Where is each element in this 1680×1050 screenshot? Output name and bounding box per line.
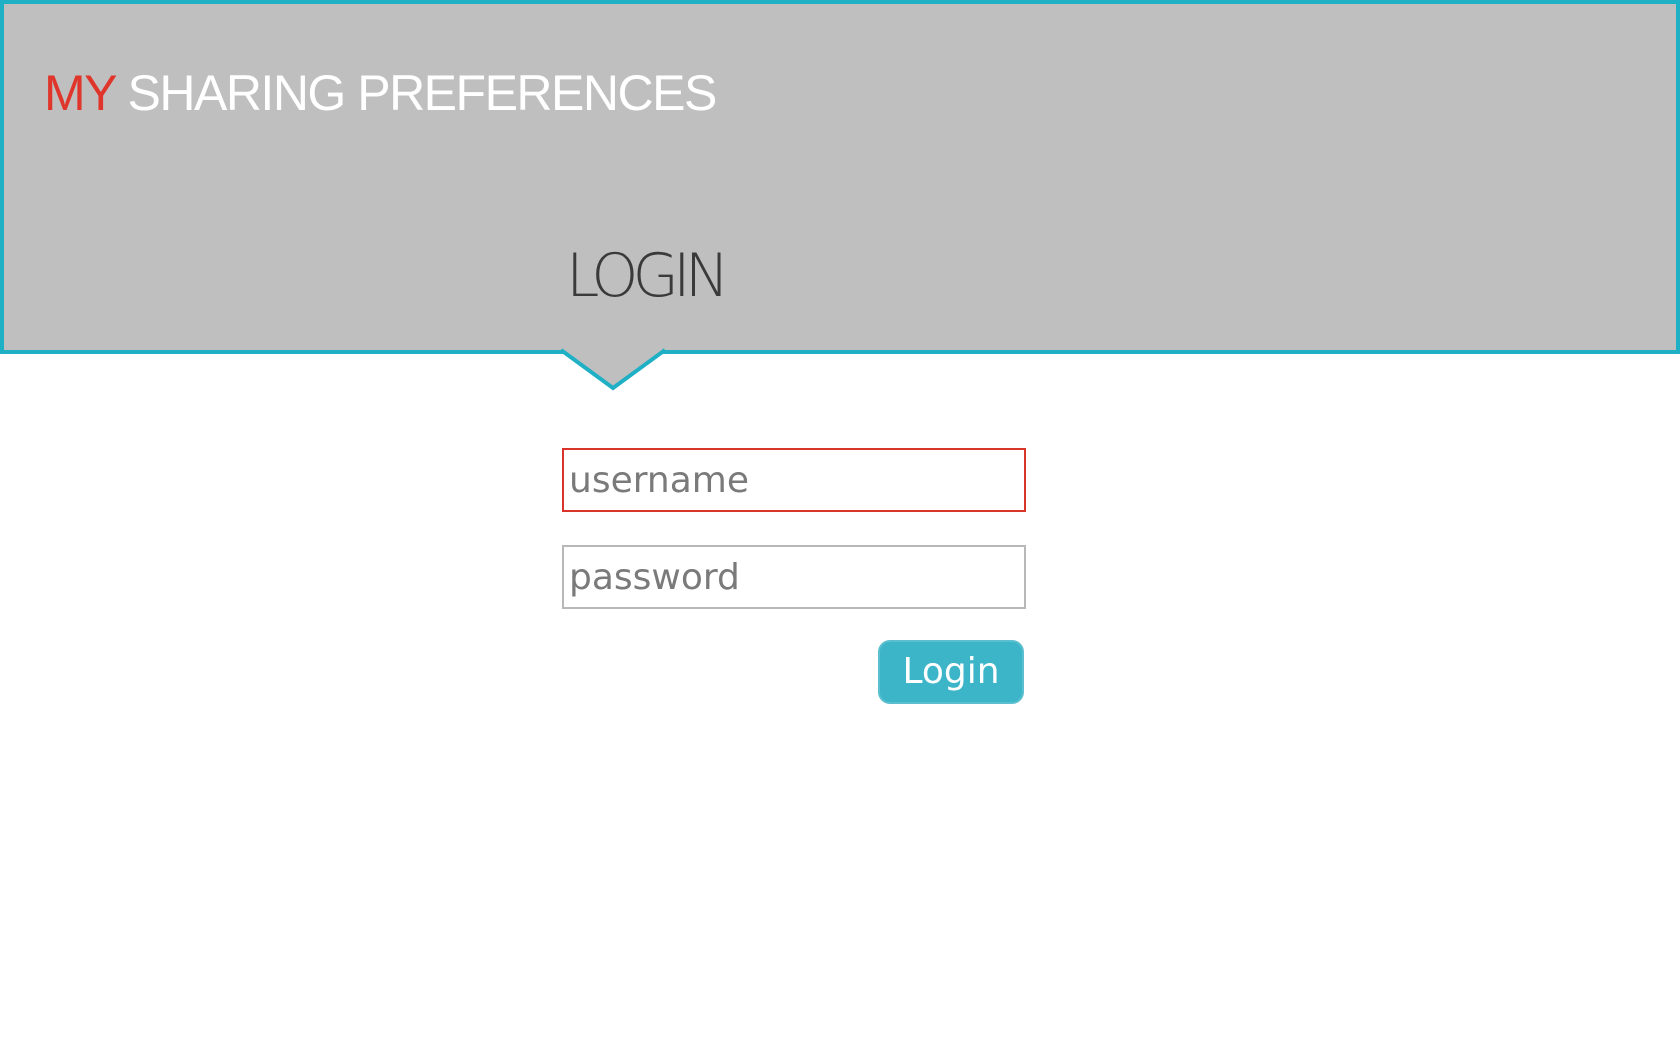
section-title-login: LOGIN (566, 241, 730, 311)
username-input[interactable] (562, 448, 1026, 512)
app-title-my: MY (44, 65, 117, 121)
header-banner: MY SHARING PREFERENCES LOGIN (0, 0, 1680, 354)
banner-pointer-arrow (558, 346, 668, 391)
app-title: MY SHARING PREFERENCES (44, 65, 718, 121)
password-input[interactable] (562, 545, 1026, 609)
login-button[interactable]: Login (878, 640, 1024, 704)
app-title-rest: SHARING PREFERENCES (127, 65, 718, 121)
